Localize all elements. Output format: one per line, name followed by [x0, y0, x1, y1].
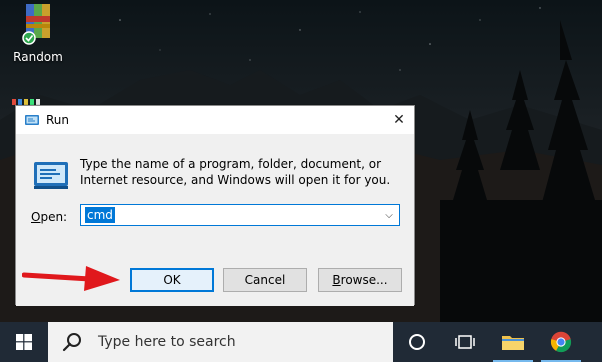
search-placeholder: Type here to search [98, 334, 236, 350]
cortana-icon [409, 334, 425, 350]
desktop-icon-label: Random [13, 50, 63, 64]
windows-logo-icon [16, 334, 32, 350]
taskbar: Type here to search [0, 322, 602, 362]
winrar-archive-icon [20, 2, 56, 46]
browse-button[interactable]: Browse... [318, 268, 402, 292]
start-button[interactable] [0, 322, 48, 362]
open-combobox[interactable]: cmd ⌵ [80, 204, 400, 226]
folder-icon [502, 336, 524, 350]
browse-accelerator: B [332, 273, 341, 287]
file-explorer-button[interactable] [489, 322, 537, 362]
taskbar-search-box[interactable]: Type here to search [48, 322, 393, 362]
ok-button[interactable]: OK [130, 268, 214, 292]
dialog-title: Run [46, 113, 70, 127]
instruction-text: Type the name of a program, folder, docu… [80, 157, 391, 187]
chevron-down-icon[interactable]: ⌵ [379, 205, 399, 225]
red-arrow-annotation [22, 266, 120, 291]
desktop-icon-random[interactable]: Random [10, 2, 66, 64]
chrome-icon [550, 331, 572, 353]
task-view-button[interactable] [441, 322, 489, 362]
close-button[interactable]: ✕ [384, 106, 414, 134]
run-icon [25, 115, 39, 125]
open-label-text: pen: [40, 210, 68, 224]
open-input-value[interactable]: cmd [85, 207, 115, 223]
cancel-button[interactable]: Cancel [223, 268, 307, 292]
cortana-button[interactable] [393, 322, 441, 362]
dialog-titlebar[interactable]: Run ✕ [16, 106, 414, 134]
chrome-button[interactable] [537, 322, 585, 362]
desktop: Random Run ✕ Type the name of a program,… [0, 0, 602, 362]
close-icon: ✕ [393, 112, 405, 128]
open-label: Open: [31, 210, 67, 224]
run-program-icon [34, 162, 68, 189]
task-view-icon [455, 335, 475, 349]
browse-label: rowse... [340, 273, 388, 287]
search-icon [62, 333, 81, 352]
